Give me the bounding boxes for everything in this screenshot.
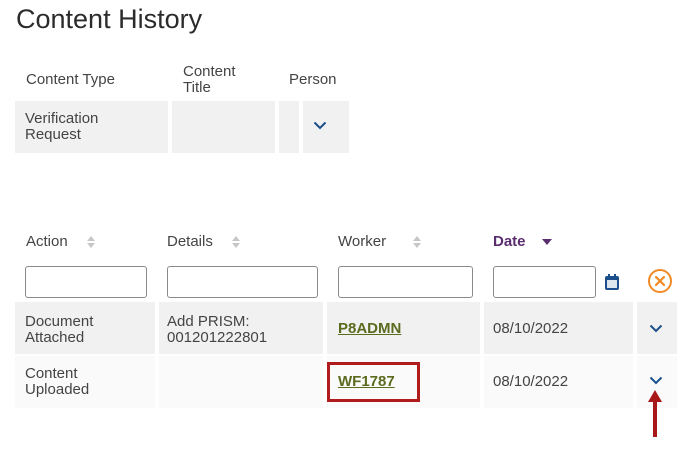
header-action[interactable]: Action	[26, 234, 96, 250]
worker-link[interactable]: P8ADMN	[338, 321, 401, 337]
page-title: Content History	[16, 4, 203, 34]
worker-link[interactable]: WF1787	[338, 374, 395, 390]
row-expand-button[interactable]	[649, 324, 663, 333]
calendar-icon[interactable]	[605, 274, 619, 295]
person-cell	[279, 101, 299, 153]
sort-icon	[412, 235, 422, 249]
worker-filter-input[interactable]	[338, 266, 473, 298]
header-person: Person	[289, 71, 337, 88]
row-action: Document Attached	[25, 313, 94, 346]
date-filter-input[interactable]	[493, 266, 596, 298]
row-details: Add PRISM: 001201222801	[167, 313, 268, 346]
details-filter-input[interactable]	[167, 266, 318, 298]
column-divider	[155, 356, 159, 408]
chevron-down-icon	[313, 121, 349, 130]
sort-icon	[231, 235, 241, 249]
sort-desc-icon	[541, 238, 552, 246]
header-details[interactable]: Details	[167, 234, 241, 250]
row-date: 08/10/2022	[493, 320, 569, 337]
sort-icon	[86, 235, 96, 249]
row-date: 08/10/2022	[493, 373, 569, 390]
content-type-value: Verification Request	[25, 110, 99, 143]
clear-filter-icon[interactable]	[647, 268, 673, 299]
header-content-title: Content Title	[183, 63, 236, 96]
row-action: Content Uploaded	[25, 365, 90, 398]
content-type-cell: Verification Request	[15, 101, 168, 153]
header-content-type: Content Type	[26, 71, 115, 88]
column-divider	[633, 302, 637, 354]
chevron-down-icon	[649, 376, 663, 385]
action-filter-input[interactable]	[25, 266, 147, 298]
header-date[interactable]: Date	[493, 234, 552, 250]
column-divider	[480, 356, 484, 408]
column-divider	[633, 356, 637, 408]
content-expand-button[interactable]	[303, 101, 349, 153]
chevron-down-icon	[649, 324, 663, 333]
arrow-up-icon	[647, 390, 663, 443]
content-title-cell	[172, 101, 275, 153]
column-divider	[323, 302, 327, 354]
header-worker-label: Worker	[338, 233, 387, 250]
header-worker[interactable]: Worker	[338, 234, 422, 250]
header-action-label: Action	[26, 233, 68, 250]
row-expand-button[interactable]	[649, 376, 663, 385]
column-divider	[155, 302, 159, 354]
header-details-label: Details	[167, 233, 213, 250]
header-date-label: Date	[493, 233, 526, 250]
column-divider	[480, 302, 484, 354]
